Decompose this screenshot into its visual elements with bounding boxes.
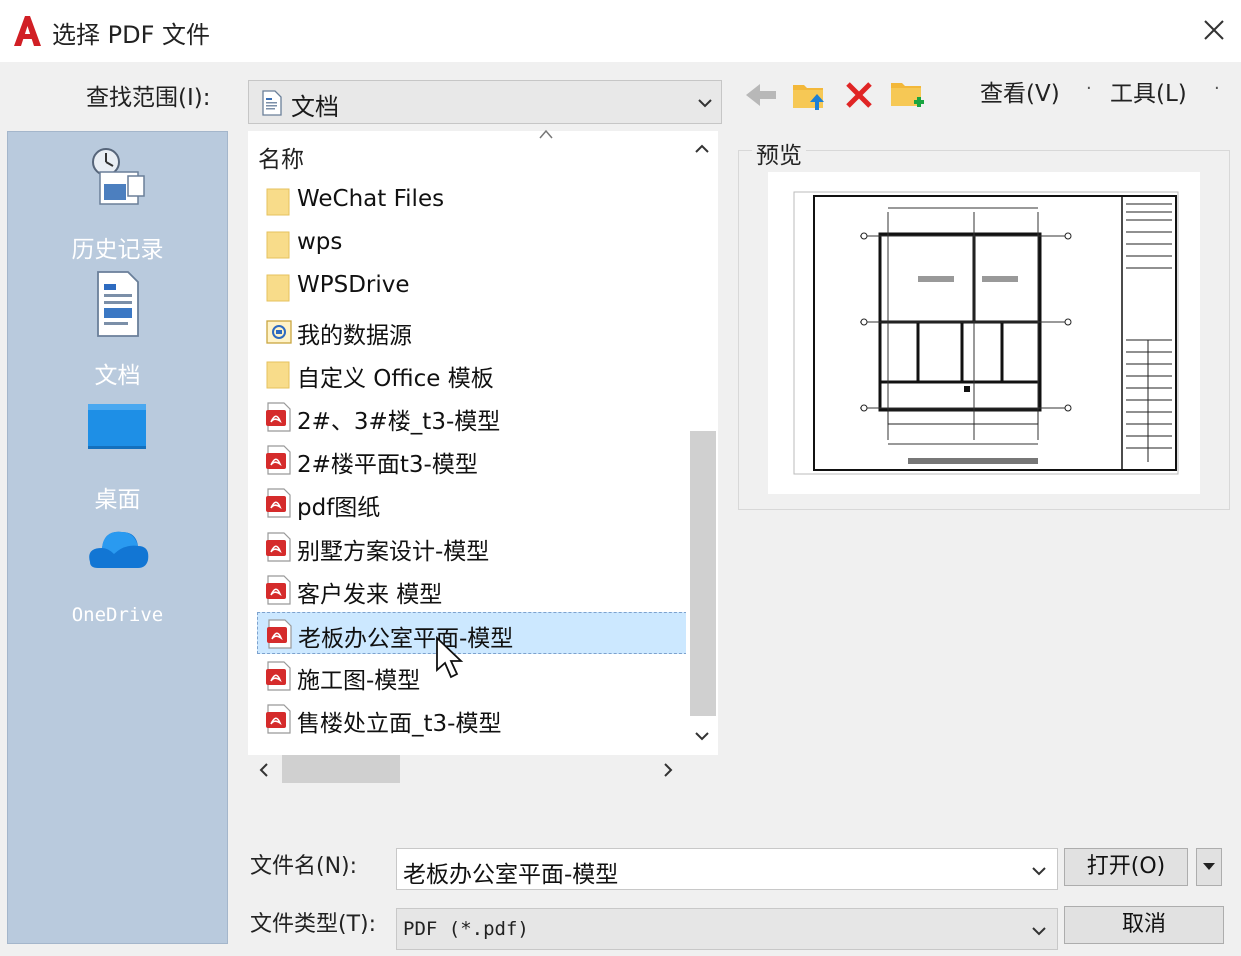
horizontal-scroll-thumb[interactable] [282,755,400,783]
place-documents[interactable]: 文档 [8,270,227,390]
document-folder-icon [262,90,282,116]
delete-icon[interactable] [840,76,878,114]
pdf-file-icon [263,531,293,563]
file-item[interactable]: WPSDrive [257,266,687,308]
sort-ascending-icon [539,129,553,139]
place-desktop[interactable]: 桌面 [8,394,227,514]
file-name: 客户发来 模型 [297,582,443,608]
lookin-value: 文档 [291,93,339,121]
file-name: 我的数据源 [297,323,412,349]
places-bar: 历史记录 文档 桌面 OneDrive [7,131,228,944]
place-history[interactable]: 历史记录 [8,144,227,264]
file-name: WeChat Files [297,186,445,212]
documents-icon [97,271,139,337]
vertical-scroll-thumb[interactable] [690,431,716,716]
scroll-up-icon[interactable] [692,139,712,159]
filename-combobox[interactable]: 老板办公室平面-模型 [396,848,1058,890]
pdf-file-icon [263,401,293,433]
lookin-label: 查找范围(I): [86,85,211,111]
pdf-file-icon [263,487,293,519]
filename-input[interactable]: 老板办公室平面-模型 [403,855,618,889]
chevron-down-icon [1032,927,1046,936]
filetype-label: 文件类型(T): [250,912,377,937]
scroll-right-icon[interactable] [658,760,678,780]
file-name: 自定义 Office 模板 [297,366,494,392]
file-name: WPSDrive [297,272,410,298]
lookin-dropdown[interactable]: 文档 [248,80,722,124]
open-options-button[interactable] [1196,848,1222,886]
new-folder-icon[interactable] [888,76,926,114]
file-item[interactable]: 2#、3#楼_t3-模型 [257,396,687,438]
filetype-dropdown[interactable]: PDF (*.pdf) [396,908,1058,950]
chevron-down-icon [698,99,712,108]
chevron-down-icon[interactable] [1029,861,1049,881]
view-menu[interactable]: 查看(V) [980,74,1060,108]
tools-menu-arrow[interactable]: · [1214,78,1220,99]
filetype-value: PDF (*.pdf) [403,918,529,940]
file-name: wps [297,229,343,255]
place-label: 文档 [94,363,141,389]
file-name: 老板办公室平面-模型 [298,626,514,652]
scroll-down-icon[interactable] [692,726,712,746]
close-icon[interactable] [1196,12,1232,48]
folder-icon [263,358,293,390]
select-pdf-dialog: 选择 PDF 文件 查找范围(I): 文档 查看(V) · 工具(L) · 历史… [0,0,1241,956]
file-name: 2#楼平面t3-模型 [297,452,478,478]
preview-pane [768,172,1200,494]
pdf-file-icon [263,574,293,606]
file-name: 别墅方案设计-模型 [297,539,490,565]
file-item[interactable]: 2#楼平面t3-模型 [257,439,687,481]
file-name: 售楼处立面_t3-模型 [297,711,502,737]
file-item[interactable]: wps [257,223,687,265]
desktop-icon [88,404,146,449]
pdf-file-icon [264,618,294,650]
scroll-left-icon[interactable] [254,760,274,780]
floor-plan-thumbnail [793,191,1179,475]
pdf-file-icon [263,660,293,692]
up-folder-icon[interactable] [790,76,828,114]
pdf-file-icon [263,444,293,476]
data-source-folder-icon [263,315,293,347]
file-item[interactable]: WeChat Files [257,180,687,222]
pdf-file-icon [263,703,293,735]
folder-icon [263,185,293,217]
onedrive-cloud-icon [89,531,149,568]
file-item[interactable]: 售楼处立面_t3-模型 [257,698,687,740]
file-name: pdf图纸 [297,495,381,521]
tools-menu[interactable]: 工具(L) [1110,74,1187,108]
back-arrow-icon[interactable] [742,76,780,114]
file-item[interactable]: 我的数据源 [257,310,687,352]
file-item[interactable]: 自定义 Office 模板 [257,353,687,395]
vertical-scrollbar[interactable] [686,131,718,755]
file-item[interactable]: pdf图纸 [257,482,687,524]
folder-icon [263,228,293,260]
file-item[interactable]: 老板办公室平面-模型 [257,612,687,654]
place-label: 历史记录 [71,237,164,263]
preview-label: 预览 [752,136,806,170]
open-button[interactable]: 打开(O) [1064,848,1188,886]
place-label: OneDrive [71,604,164,626]
view-menu-arrow[interactable]: · [1086,78,1092,99]
folder-icon [263,271,293,303]
filename-label: 文件名(N): [250,854,358,879]
file-item[interactable]: 施工图-模型 [257,655,687,697]
autocad-logo-icon [14,16,41,46]
file-name: 2#、3#楼_t3-模型 [297,409,501,435]
place-label: 桌面 [94,487,141,513]
horizontal-scrollbar[interactable] [248,755,686,785]
file-item[interactable]: 客户发来 模型 [257,569,687,611]
file-item[interactable]: 别墅方案设计-模型 [257,526,687,568]
column-header-name[interactable]: 名称 [258,140,304,174]
window-title: 选择 PDF 文件 [52,21,211,49]
file-name: 施工图-模型 [297,668,421,694]
title-bar: 选择 PDF 文件 [0,0,1241,62]
cancel-button[interactable]: 取消 [1064,906,1224,944]
dropdown-arrow-icon [1203,863,1215,870]
history-icon [92,148,145,205]
place-onedrive[interactable]: OneDrive [8,518,227,638]
